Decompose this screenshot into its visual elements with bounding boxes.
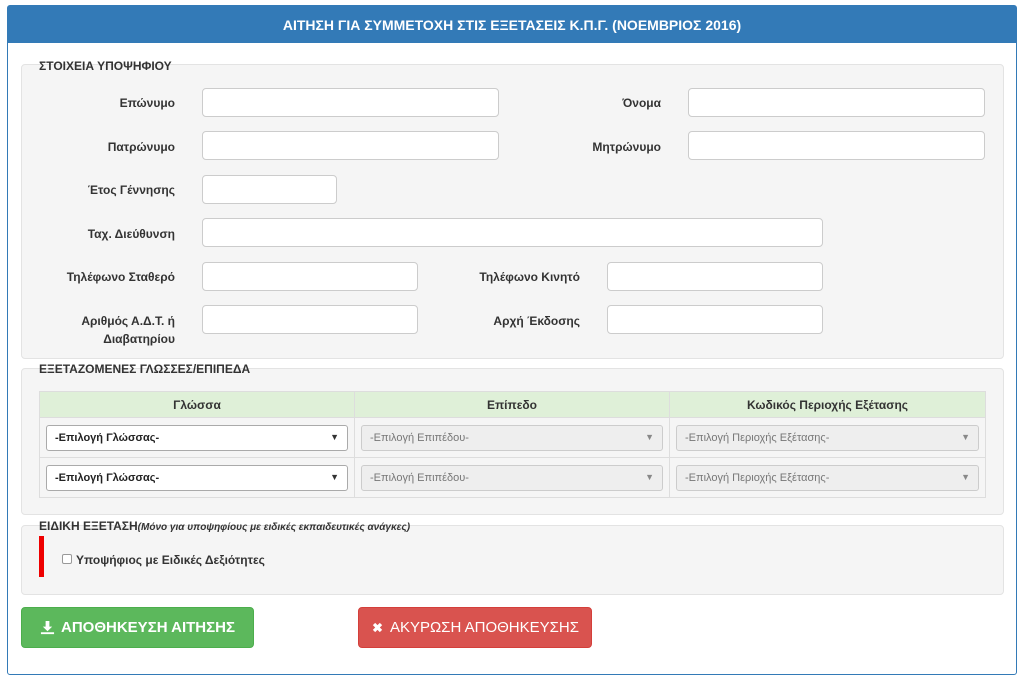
id-number-label-line2: Διαβατηρίου (103, 332, 175, 346)
father-name-label: Πατρώνυμο (107, 140, 175, 154)
name-input[interactable] (688, 88, 985, 117)
mobile-input[interactable] (607, 262, 823, 291)
caret-down-icon: ▼ (961, 471, 970, 482)
language-select-2[interactable]: -Επιλογή Γλώσσας- ▼ (46, 464, 348, 491)
cancel-save-button[interactable]: ΑΚΥΡΩΣΗ ΑΠΟΘΗΚΕΥΣΗΣ (358, 607, 592, 648)
mobile-label: Τηλέφωνο Κινητό (479, 270, 580, 284)
caret-down-icon: ▼ (645, 471, 654, 482)
area-select-2[interactable]: -Επιλογή Περιοχής Εξέτασης- ▼ (676, 464, 979, 491)
times-icon (371, 621, 384, 634)
phone-input[interactable] (202, 262, 418, 291)
surname-input[interactable] (202, 88, 499, 117)
special-skills-label: Υποψήφιος με Ειδικές Δεξιότητες (76, 553, 265, 567)
special-exam-note: (Μόνο για υποψηφίους με ειδικές εκπαιδευ… (137, 522, 411, 533)
cancel-save-label: ΑΚΥΡΩΣΗ ΑΠΟΘΗΚΕΥΣΗΣ (389, 619, 580, 636)
header-level: Επίπεδο (354, 391, 670, 418)
issuing-authority-label: Αρχή Έκδοσης (493, 314, 580, 328)
surname-label: Επώνυμο (119, 96, 175, 110)
area-select-2-value: -Επιλογή Περιοχής Εξέτασης- (685, 471, 830, 484)
language-select-2-value: -Επιλογή Γλώσσας- (55, 471, 160, 484)
name-label: Όνομα (622, 96, 661, 110)
mother-name-input[interactable] (688, 131, 985, 160)
father-name-input[interactable] (202, 131, 499, 160)
languages-legend: ΕΞΕΤΑΖΟΜΕΝΕΣ ΓΛΩΣΣΕΣ/ΕΠΙΠΕΔΑ (39, 362, 251, 376)
header-area: Κωδικός Περιοχής Εξέτασης (669, 391, 986, 418)
header-language: Γλώσσα (39, 391, 355, 418)
language-select-1[interactable]: -Επιλογή Γλώσσας- ▼ (46, 424, 348, 451)
table-header-row: Γλώσσα Επίπεδο Κωδικός Περιοχής Εξέτασης (39, 391, 986, 418)
id-number-label-line1: Αριθμός Α.Δ.Τ. ή (81, 314, 175, 328)
mother-name-label: Μητρώνυμο (592, 140, 661, 154)
phone-label: Τηλέφωνο Σταθερό (66, 270, 175, 284)
level-select-2-value: -Επιλογή Επιπέδου- (370, 471, 469, 484)
id-number-input[interactable] (202, 305, 418, 334)
area-select-1-value: -Επιλογή Περιοχής Εξέτασης- (685, 431, 830, 444)
address-input[interactable] (202, 218, 823, 247)
page-title: ΑΙΤΗΣΗ ΓΙΑ ΣΥΜΜΕΤΟΧΗ ΣΤΙΣ ΕΞΕΤΑΣΕΙΣ Κ.Π.… (8, 6, 1016, 43)
area-select-1[interactable]: -Επιλογή Περιοχής Εξέτασης- ▼ (676, 424, 979, 451)
caret-down-icon: ▼ (330, 471, 339, 482)
level-select-1[interactable]: -Επιλογή Επιπέδου- ▼ (361, 424, 663, 451)
language-select-1-value: -Επιλογή Γλώσσας- (55, 431, 160, 444)
table-row: -Επιλογή Γλώσσας- ▼ -Επιλογή Επιπέδου- ▼… (39, 417, 986, 458)
download-icon (40, 620, 55, 635)
address-label: Ταχ. Διεύθυνση (87, 227, 175, 241)
table-row: -Επιλογή Γλώσσας- ▼ -Επιλογή Επιπέδου- ▼… (39, 457, 986, 498)
candidate-legend: ΣΤΟΙΧΕΙΑ ΥΠΟΨΗΦΙΟΥ (39, 59, 172, 73)
special-exam-legend: ΕΙΔΙΚΗ ΕΞΕΤΑΣΗ(Μόνο για υποψηφίους με ει… (39, 519, 410, 533)
id-number-label: Αριθμός Α.Δ.Τ. ή Διαβατηρίου (40, 312, 175, 348)
required-marker (39, 536, 44, 577)
save-application-button[interactable]: ΑΠΟΘΗΚΕΥΣΗ ΑΙΤΗΣΗΣ (21, 607, 254, 648)
caret-down-icon: ▼ (645, 431, 654, 442)
languages-table: Γλώσσα Επίπεδο Κωδικός Περιοχής Εξέτασης… (39, 391, 986, 498)
level-select-1-value: -Επιλογή Επιπέδου- (370, 431, 469, 444)
birth-year-label: Έτος Γέννησης (87, 183, 175, 197)
special-skills-checkbox[interactable] (62, 554, 72, 564)
save-application-label: ΑΠΟΘΗΚΕΥΣΗ ΑΙΤΗΣΗΣ (61, 619, 235, 636)
caret-down-icon: ▼ (961, 431, 970, 442)
level-select-2[interactable]: -Επιλογή Επιπέδου- ▼ (361, 464, 663, 491)
birth-year-input[interactable] (202, 175, 337, 204)
caret-down-icon: ▼ (330, 431, 339, 442)
special-exam-title: ΕΙΔΙΚΗ ΕΞΕΤΑΣΗ (39, 519, 138, 533)
issuing-authority-input[interactable] (607, 305, 823, 334)
